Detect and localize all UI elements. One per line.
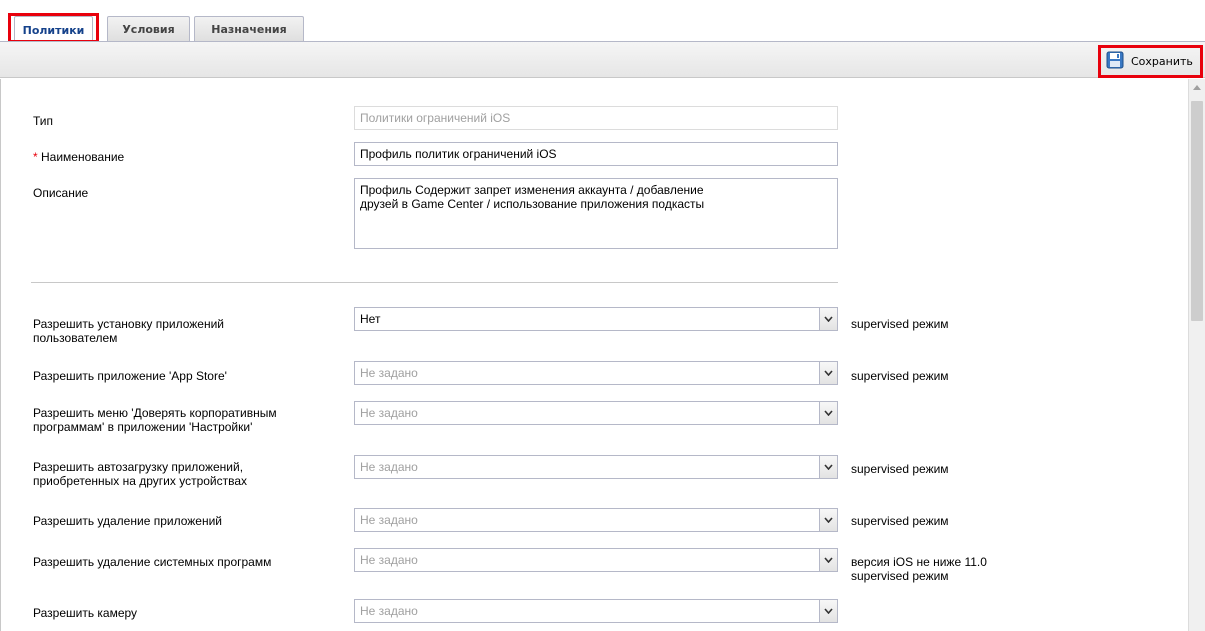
allow-system-app-removal-select[interactable]: Не задано (354, 548, 838, 572)
tab-conditions[interactable]: Условия (107, 16, 190, 42)
chevron-down-icon[interactable] (819, 600, 837, 622)
floppy-disk-icon (1106, 51, 1124, 72)
vertical-scrollbar[interactable] (1188, 79, 1205, 631)
setting-note-line: supervised режим (851, 369, 949, 383)
setting-note-line: версия iOS не ниже 11.0 (851, 555, 987, 569)
setting-label-line: Разрешить установку приложений (33, 317, 224, 331)
scrollbar-thumb[interactable] (1191, 101, 1203, 321)
save-button[interactable]: Сохранить (1098, 45, 1203, 78)
select-value: Нет (360, 312, 381, 326)
setting-label-line: Разрешить меню 'Доверять корпоративным (33, 406, 277, 420)
chevron-down-icon[interactable] (819, 402, 837, 424)
allow-camera-select[interactable]: Не задано (354, 599, 838, 623)
chevron-down-icon[interactable] (819, 509, 837, 531)
setting-label: Разрешить удаление приложений (33, 514, 222, 528)
name-input[interactable]: Профиль политик ограничений iOS (354, 142, 838, 166)
tab-conditions-label: Условия (122, 23, 175, 36)
type-label: Тип (33, 114, 54, 128)
setting-label-line: Разрешить приложение 'App Store' (33, 369, 227, 383)
allow-auto-download-select[interactable]: Не задано (354, 455, 838, 479)
setting-label: Разрешить меню 'Доверять корпоративным п… (33, 406, 277, 434)
select-value: Не задано (360, 406, 418, 420)
chevron-down-icon[interactable] (819, 362, 837, 384)
toolbar (0, 42, 1205, 78)
setting-note-line: supervised режим (851, 462, 949, 476)
setting-label-line: пользователем (33, 331, 118, 345)
tab-assignments-label: Назначения (211, 23, 287, 36)
setting-note: версия iOS не ниже 11.0 supervised режим (851, 555, 987, 583)
name-label: Наименование (41, 150, 125, 164)
tab-highlight-frame (8, 13, 99, 43)
tab-bar: Политики Условия Назначения (0, 0, 1205, 43)
setting-label: Разрешить удаление системных программ (33, 555, 271, 569)
chevron-down-icon[interactable] (819, 456, 837, 478)
tab-assignments[interactable]: Назначения (194, 16, 304, 42)
type-field: Политики ограничений iOS (354, 106, 838, 130)
setting-note-line: supervised режим (851, 317, 949, 331)
setting-note-line: supervised режим (851, 569, 949, 583)
scroll-up-icon[interactable] (1193, 85, 1201, 90)
setting-label-line: приобретенных на других устройствах (33, 474, 248, 488)
setting-label: Разрешить приложение 'App Store' (33, 369, 227, 383)
description-label: Описание (33, 186, 89, 200)
setting-label: Разрешить установку приложений пользоват… (33, 317, 224, 345)
setting-note: supervised режим (851, 462, 949, 476)
setting-note: supervised режим (851, 317, 949, 331)
setting-label-line: Разрешить камеру (33, 606, 138, 620)
setting-label: Разрешить автозагрузку приложений, приоб… (33, 460, 247, 488)
setting-label-line: Разрешить автозагрузку приложений, (33, 460, 244, 474)
allow-app-store-select[interactable]: Не задано (354, 361, 838, 385)
description-textarea[interactable]: Профиль Содержит запрет изменения аккаун… (354, 178, 838, 249)
select-value: Не задано (360, 553, 418, 567)
setting-label-line: Разрешить удаление приложений (33, 514, 222, 528)
save-button-label: Сохранить (1131, 55, 1193, 68)
allow-app-install-select[interactable]: Нет (354, 307, 838, 331)
select-value: Не задано (360, 513, 418, 527)
setting-label-line: программам' в приложении 'Настройки' (33, 420, 253, 434)
required-mark: * (33, 150, 38, 164)
setting-label: Разрешить камеру (33, 606, 137, 620)
allow-app-removal-select[interactable]: Не задано (354, 508, 838, 532)
section-divider (31, 282, 838, 283)
setting-note: supervised режим (851, 369, 949, 383)
select-value: Не задано (360, 366, 418, 380)
name-label-row: * Наименование (33, 150, 124, 164)
select-value: Не задано (360, 604, 418, 618)
allow-trust-enterprise-select[interactable]: Не задано (354, 401, 838, 425)
chevron-down-icon[interactable] (819, 549, 837, 571)
setting-label-line: Разрешить удаление системных программ (33, 555, 272, 569)
setting-note: supervised режим (851, 514, 949, 528)
setting-note-line: supervised режим (851, 514, 949, 528)
chevron-down-icon[interactable] (819, 308, 837, 330)
select-value: Не задано (360, 460, 418, 474)
